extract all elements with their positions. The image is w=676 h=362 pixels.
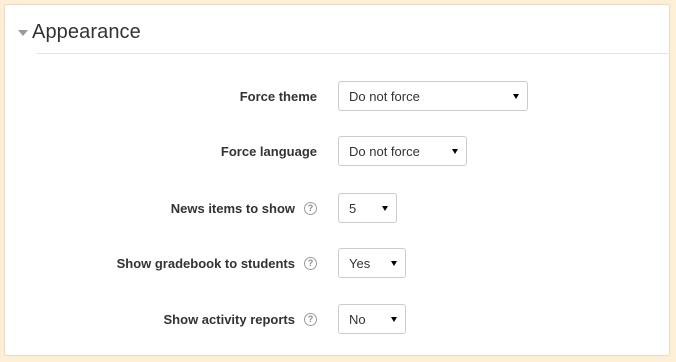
force-language-select[interactable]: Do not force xyxy=(338,136,467,166)
show-activity-reports-select[interactable]: No xyxy=(338,304,406,334)
appearance-section-toggle[interactable]: Appearance xyxy=(18,17,141,47)
show-gradebook-row: Show gradebook to students ? Yes xyxy=(5,248,669,278)
force-theme-select[interactable]: Do not force xyxy=(338,81,528,111)
section-legend[interactable]: Appearance xyxy=(32,21,141,44)
news-items-label: News items to show xyxy=(170,200,295,216)
show-gradebook-value: Yes xyxy=(349,255,371,271)
force-language-value: Do not force xyxy=(349,143,420,159)
force-theme-value: Do not force xyxy=(349,88,420,104)
show-activity-reports-row: Show activity reports ? No xyxy=(5,304,669,334)
news-items-row: News items to show ? 5 xyxy=(5,193,669,223)
appearance-panel: Appearance Force theme Do not force Forc… xyxy=(4,4,670,356)
show-gradebook-select[interactable]: Yes xyxy=(338,248,406,278)
force-theme-label: Force theme xyxy=(239,88,317,104)
force-theme-row: Force theme Do not force xyxy=(5,81,669,111)
show-activity-reports-label: Show activity reports xyxy=(163,311,295,327)
news-items-select[interactable]: 5 xyxy=(338,193,397,223)
dropdown-arrow-icon xyxy=(452,149,458,154)
dropdown-arrow-icon xyxy=(382,206,388,211)
show-gradebook-label: Show gradebook to students xyxy=(116,255,295,271)
show-gradebook-label-wrap: Show gradebook to students ? xyxy=(117,248,317,278)
force-theme-label-wrap: Force theme xyxy=(240,81,317,111)
force-language-row: Force language Do not force xyxy=(5,136,669,166)
news-items-value: 5 xyxy=(349,200,357,216)
show-activity-reports-value: No xyxy=(349,311,366,327)
dropdown-arrow-icon xyxy=(513,94,519,99)
help-icon[interactable]: ? xyxy=(304,312,317,326)
news-items-label-wrap: News items to show ? xyxy=(171,193,317,223)
section-divider xyxy=(36,53,669,54)
show-activity-reports-label-wrap: Show activity reports ? xyxy=(164,304,317,334)
force-language-label-wrap: Force language xyxy=(221,136,317,166)
dropdown-arrow-icon xyxy=(391,261,397,266)
collapse-triangle-icon[interactable] xyxy=(18,30,28,36)
force-language-label: Force language xyxy=(220,143,317,159)
help-icon[interactable]: ? xyxy=(304,201,317,215)
dropdown-arrow-icon xyxy=(391,317,397,322)
help-icon[interactable]: ? xyxy=(304,256,317,270)
